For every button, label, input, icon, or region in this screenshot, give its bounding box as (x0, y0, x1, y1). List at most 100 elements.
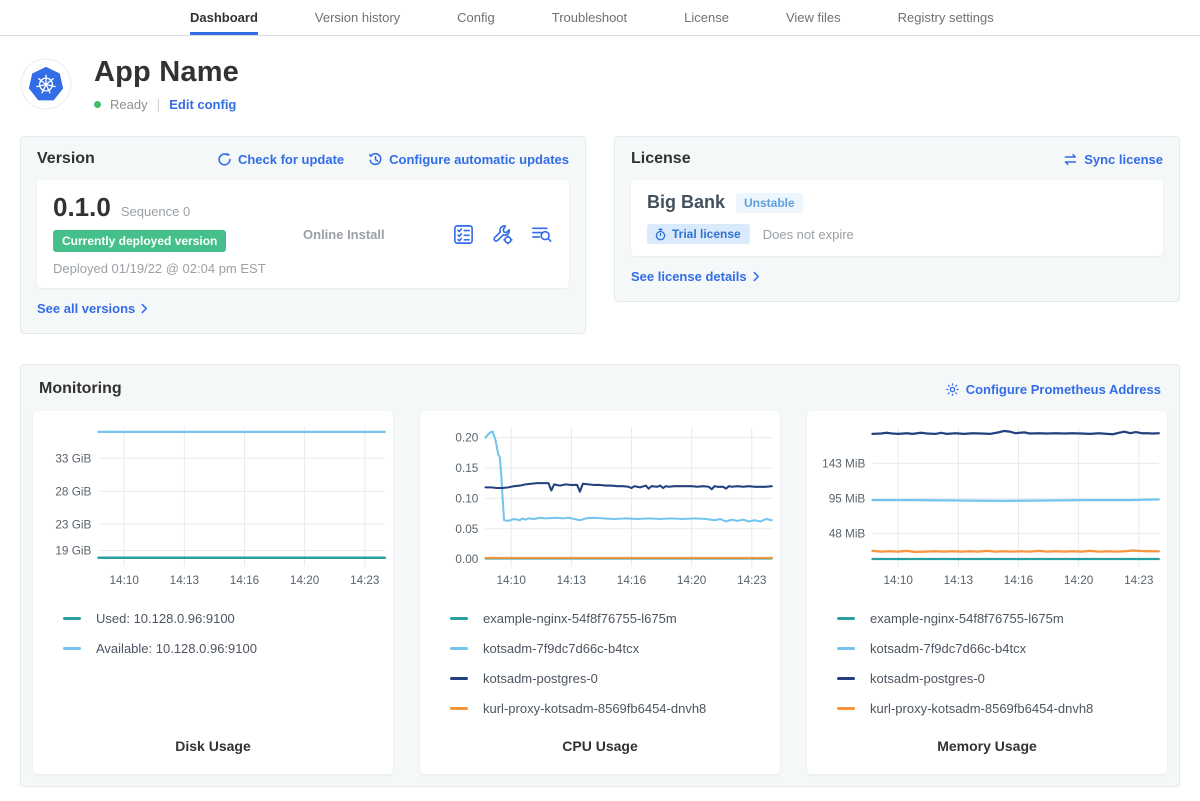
svg-text:14:10: 14:10 (497, 574, 527, 587)
app-header: App Name Ready | Edit config (20, 56, 1180, 112)
svg-text:14:20: 14:20 (290, 574, 320, 587)
legend-swatch (837, 647, 855, 650)
chart-card-memory-usage: 14:1014:1314:1614:2014:23143 MiB95 MiB48… (807, 411, 1167, 774)
legend-swatch (837, 677, 855, 680)
trial-license-badge: Trial license (647, 224, 750, 244)
svg-text:14:23: 14:23 (737, 574, 767, 587)
sync-arrows-icon (1063, 152, 1078, 167)
svg-text:14:10: 14:10 (110, 574, 140, 587)
tab-registry-settings[interactable]: Registry settings (898, 0, 994, 35)
see-all-versions-link[interactable]: See all versions (37, 301, 148, 316)
svg-text:0.05: 0.05 (455, 523, 478, 536)
chart-plot-memory-usage[interactable]: 14:1014:1314:1614:2014:23143 MiB95 MiB48… (807, 415, 1167, 595)
chart-title-disk-usage: Disk Usage (33, 716, 393, 754)
chevron-right-icon (141, 303, 148, 314)
tab-version-history[interactable]: Version history (315, 0, 400, 35)
preflight-checks-icon[interactable] (452, 223, 475, 246)
svg-text:33 GiB: 33 GiB (55, 452, 91, 465)
top-nav: Dashboard Version history Config Troublesho… (0, 0, 1200, 36)
check-for-update-button[interactable]: Check for update (217, 152, 344, 167)
chart-title-memory-usage: Memory Usage (807, 716, 1167, 754)
svg-text:48 MiB: 48 MiB (829, 527, 866, 540)
gear-icon (945, 382, 960, 397)
legend-item-example-nginx-54f8f76755-l675m[interactable]: example-nginx-54f8f76755-l675m (450, 611, 780, 626)
chart-plot-disk-usage[interactable]: 14:10 14:13 14:16 14:20 14:23 33 GiB 28 GiB 23 … (33, 415, 393, 595)
legend-item-used-10-128-0-96-9100[interactable]: Used: 10.128.0.96:9100 (63, 611, 393, 626)
legend-label: kotsadm-postgres-0 (870, 671, 985, 686)
page-content: App Name Ready | Edit config Version Che… (0, 56, 1200, 801)
legend-item-example-nginx-54f8f76755-l675m[interactable]: example-nginx-54f8f76755-l675m (837, 611, 1167, 626)
legend-swatch (450, 677, 468, 680)
update-schedule-icon (368, 152, 383, 167)
charts-row: 14:10 14:13 14:16 14:20 14:23 33 GiB 28 GiB 23 … (33, 411, 1167, 774)
configure-automatic-updates-button[interactable]: Configure automatic updates (368, 152, 569, 167)
svg-text:14:13: 14:13 (557, 574, 587, 587)
legend-label: kotsadm-postgres-0 (483, 671, 598, 686)
legend-label: kotsadm-7f9dc7d66c-b4tcx (870, 641, 1026, 656)
svg-text:14:16: 14:16 (1004, 574, 1034, 587)
tab-dashboard[interactable]: Dashboard (190, 0, 258, 35)
refresh-icon (217, 152, 232, 167)
legend-swatch (837, 707, 855, 710)
svg-text:23 GiB: 23 GiB (55, 518, 91, 531)
svg-text:95 MiB: 95 MiB (829, 493, 866, 506)
legend-label: Available: 10.128.0.96:9100 (96, 641, 257, 656)
svg-text:19 GiB: 19 GiB (55, 545, 91, 558)
sync-license-button[interactable]: Sync license (1063, 152, 1163, 167)
edit-config-link[interactable]: Edit config (169, 97, 236, 112)
ready-status-dot (94, 101, 101, 108)
kubernetes-app-icon (20, 58, 72, 110)
edit-config-wrench-icon[interactable] (491, 223, 514, 246)
legend-swatch (63, 647, 81, 650)
license-expiry-text: Does not expire (763, 227, 854, 242)
svg-text:14:16: 14:16 (230, 574, 260, 587)
svg-text:28 GiB: 28 GiB (55, 485, 91, 498)
svg-text:0.00: 0.00 (455, 553, 478, 566)
tab-view-files[interactable]: View files (786, 0, 841, 35)
legend-swatch (450, 707, 468, 710)
license-customer-name: Big Bank (647, 192, 725, 213)
chart-plot-cpu-usage[interactable]: 14:10 14:13 14:16 14:20 14:23 0.20 0.15 0.10 0.0… (420, 415, 780, 595)
svg-text:14:23: 14:23 (1124, 574, 1154, 587)
svg-text:14:20: 14:20 (677, 574, 707, 587)
monitoring-section: Monitoring Configure Prometheus Address … (20, 364, 1180, 787)
svg-text:0.10: 0.10 (455, 492, 478, 505)
legend-item-kotsadm-7f9dc7d66c-b4tcx[interactable]: kotsadm-7f9dc7d66c-b4tcx (450, 641, 780, 656)
currently-deployed-badge: Currently deployed version (53, 230, 226, 252)
svg-text:0.20: 0.20 (455, 432, 478, 445)
legend-item-kotsadm-postgres-0[interactable]: kotsadm-postgres-0 (450, 671, 780, 686)
legend-item-kurl-proxy-kotsadm-8569fb6454-dnvh8[interactable]: kurl-proxy-kotsadm-8569fb6454-dnvh8 (837, 701, 1167, 716)
svg-text:14:10: 14:10 (884, 574, 914, 587)
chart-legend-disk-usage: Used: 10.128.0.96:9100 Available: 10.128.… (63, 611, 393, 656)
deploy-logs-icon[interactable] (530, 223, 553, 246)
chart-title-cpu-usage: CPU Usage (420, 716, 780, 754)
see-license-details-link[interactable]: See license details (631, 269, 760, 284)
tab-troubleshoot[interactable]: Troubleshoot (552, 0, 627, 35)
tab-license[interactable]: License (684, 0, 729, 35)
tab-config[interactable]: Config (457, 0, 495, 35)
legend-item-kurl-proxy-kotsadm-8569fb6454-dnvh8[interactable]: kurl-proxy-kotsadm-8569fb6454-dnvh8 (450, 701, 780, 716)
chart-card-disk-usage: 14:10 14:13 14:16 14:20 14:23 33 GiB 28 GiB 23 … (33, 411, 393, 774)
svg-text:14:13: 14:13 (170, 574, 200, 587)
legend-label: kurl-proxy-kotsadm-8569fb6454-dnvh8 (483, 701, 706, 716)
legend-label: kotsadm-7f9dc7d66c-b4tcx (483, 641, 639, 656)
legend-label: kurl-proxy-kotsadm-8569fb6454-dnvh8 (870, 701, 1093, 716)
app-title: App Name (94, 56, 239, 89)
legend-item-available-10-128-0-96-9100[interactable]: Available: 10.128.0.96:9100 (63, 641, 393, 656)
version-number: 0.1.0 (53, 192, 111, 223)
configure-prometheus-button[interactable]: Configure Prometheus Address (945, 382, 1161, 397)
version-card: Version Check for update Configure autom… (20, 136, 586, 334)
svg-text:0.15: 0.15 (455, 462, 478, 475)
svg-text:14:23: 14:23 (350, 574, 380, 587)
license-panel: Big Bank Unstable Trial license Does not… (631, 180, 1163, 256)
app-status-text: Ready (110, 97, 148, 112)
chart-legend-cpu-usage: example-nginx-54f8f76755-l675m kotsadm-7f… (450, 611, 780, 716)
version-card-title: Version (37, 150, 95, 168)
legend-swatch (63, 617, 81, 620)
svg-text:143 MiB: 143 MiB (822, 457, 865, 470)
legend-item-kotsadm-postgres-0[interactable]: kotsadm-postgres-0 (837, 671, 1167, 686)
legend-item-kotsadm-7f9dc7d66c-b4tcx[interactable]: kotsadm-7f9dc7d66c-b4tcx (837, 641, 1167, 656)
svg-text:14:16: 14:16 (617, 574, 647, 587)
svg-text:14:20: 14:20 (1064, 574, 1094, 587)
legend-swatch (450, 617, 468, 620)
